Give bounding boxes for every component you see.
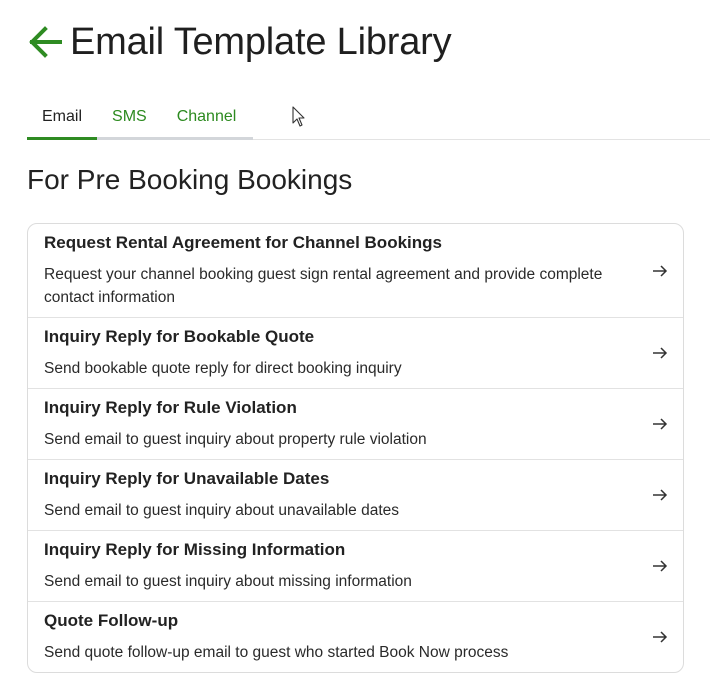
arrow-right-icon <box>653 560 668 572</box>
page-title: Email Template Library <box>70 21 452 63</box>
list-item[interactable]: Inquiry Reply for Bookable Quote Send bo… <box>28 318 683 389</box>
template-tabs: Email SMS Channel <box>27 96 710 140</box>
arrow-left-icon <box>29 26 62 58</box>
template-title: Inquiry Reply for Bookable Quote <box>44 327 315 346</box>
template-title: Inquiry Reply for Unavailable Dates <box>44 469 330 488</box>
template-title: Quote Follow-up <box>44 611 179 630</box>
arrow-right-icon <box>653 418 668 430</box>
template-description: Send bookable quote reply for direct boo… <box>44 360 402 377</box>
arrow-right-icon <box>653 264 668 277</box>
template-description: Send quote follow-up email to guest who … <box>44 644 509 661</box>
arrow-right-icon <box>653 489 668 501</box>
template-description: Send email to guest inquiry about unavai… <box>44 502 400 519</box>
tab-sms[interactable]: SMS <box>97 97 162 137</box>
email-template-library-page: Email Template Library Email SMS Channel… <box>0 0 710 693</box>
section-title: For Pre Booking Bookings <box>27 164 353 195</box>
page-header: Email Template Library <box>26 18 452 66</box>
list-item[interactable]: Inquiry Reply for Missing Information Se… <box>28 531 683 602</box>
back-button[interactable] <box>26 23 64 61</box>
mouse-pointer-icon <box>292 106 305 127</box>
arrow-right-icon <box>653 347 668 359</box>
template-description: Send email to guest inquiry about missin… <box>44 573 412 590</box>
tab-email[interactable]: Email <box>27 97 98 140</box>
list-item[interactable]: Inquiry Reply for Rule Violation Send em… <box>28 389 683 460</box>
template-description: Send email to guest inquiry about proper… <box>44 431 427 448</box>
template-title: Inquiry Reply for Rule Violation <box>44 398 297 417</box>
template-description: Request your channel booking guest sign … <box>44 266 603 306</box>
template-title: Request Rental Agreement for Channel Boo… <box>44 233 442 252</box>
list-item[interactable]: Inquiry Reply for Unavailable Dates Send… <box>28 460 683 531</box>
tab-channel[interactable]: Channel <box>162 97 252 137</box>
arrow-right-icon <box>653 631 668 643</box>
list-item[interactable]: Quote Follow-up Send quote follow-up ema… <box>28 602 683 672</box>
list-item[interactable]: Request Rental Agreement for Channel Boo… <box>28 224 683 318</box>
template-list: Request Rental Agreement for Channel Boo… <box>27 223 684 673</box>
template-title: Inquiry Reply for Missing Information <box>44 540 346 559</box>
